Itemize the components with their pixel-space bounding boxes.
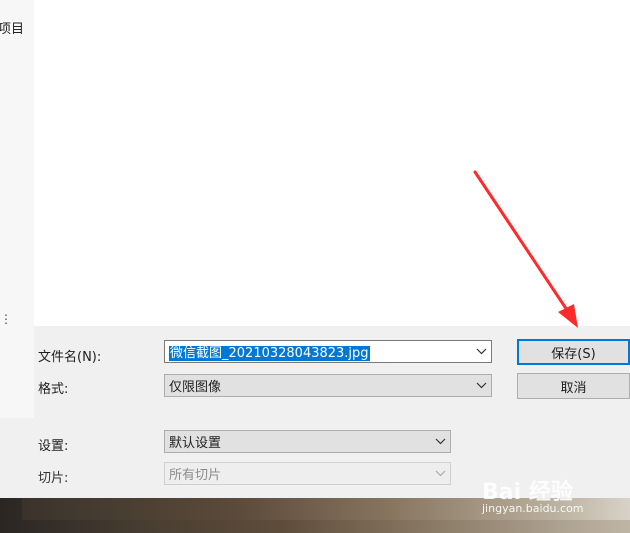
save-button-label: 保存(S) [551, 346, 596, 362]
settings-label: 设置: [38, 439, 69, 454]
nav-item-marker: ⋮ [0, 312, 12, 326]
baidu-watermark: Bai 经验 jingyan.baidu.com [482, 470, 622, 520]
watermark-url: jingyan.baidu.com [482, 502, 584, 515]
save-button[interactable]: 保存(S) [517, 339, 630, 365]
slices-label: 切片: [38, 471, 69, 486]
nav-item-label[interactable]: 项目 [0, 18, 24, 37]
settings-select[interactable]: 默认设置 [164, 430, 451, 453]
cancel-button-label: 取消 [560, 380, 587, 396]
chevron-down-icon[interactable] [430, 431, 450, 452]
filename-label: 文件名(N): [38, 350, 102, 365]
slices-select: 所有切片 [164, 462, 451, 485]
filename-value[interactable]: 微信截图_20210328043823.jpg [169, 346, 370, 361]
slices-value: 所有切片 [169, 468, 222, 483]
settings-value: 默认设置 [169, 436, 222, 451]
format-select[interactable]: 仅限图像 [164, 374, 492, 397]
chevron-down-icon[interactable] [471, 375, 491, 396]
chevron-down-icon [430, 463, 450, 484]
format-label: 格式: [38, 382, 69, 397]
navigation-pane: 项目 ⋮ [0, 0, 34, 418]
chevron-down-icon[interactable] [471, 341, 491, 362]
filename-input[interactable]: 微信截图_20210328043823.jpg [164, 340, 492, 363]
format-value: 仅限图像 [169, 380, 222, 395]
file-list-area[interactable] [34, 0, 630, 326]
cancel-button[interactable]: 取消 [517, 373, 630, 399]
